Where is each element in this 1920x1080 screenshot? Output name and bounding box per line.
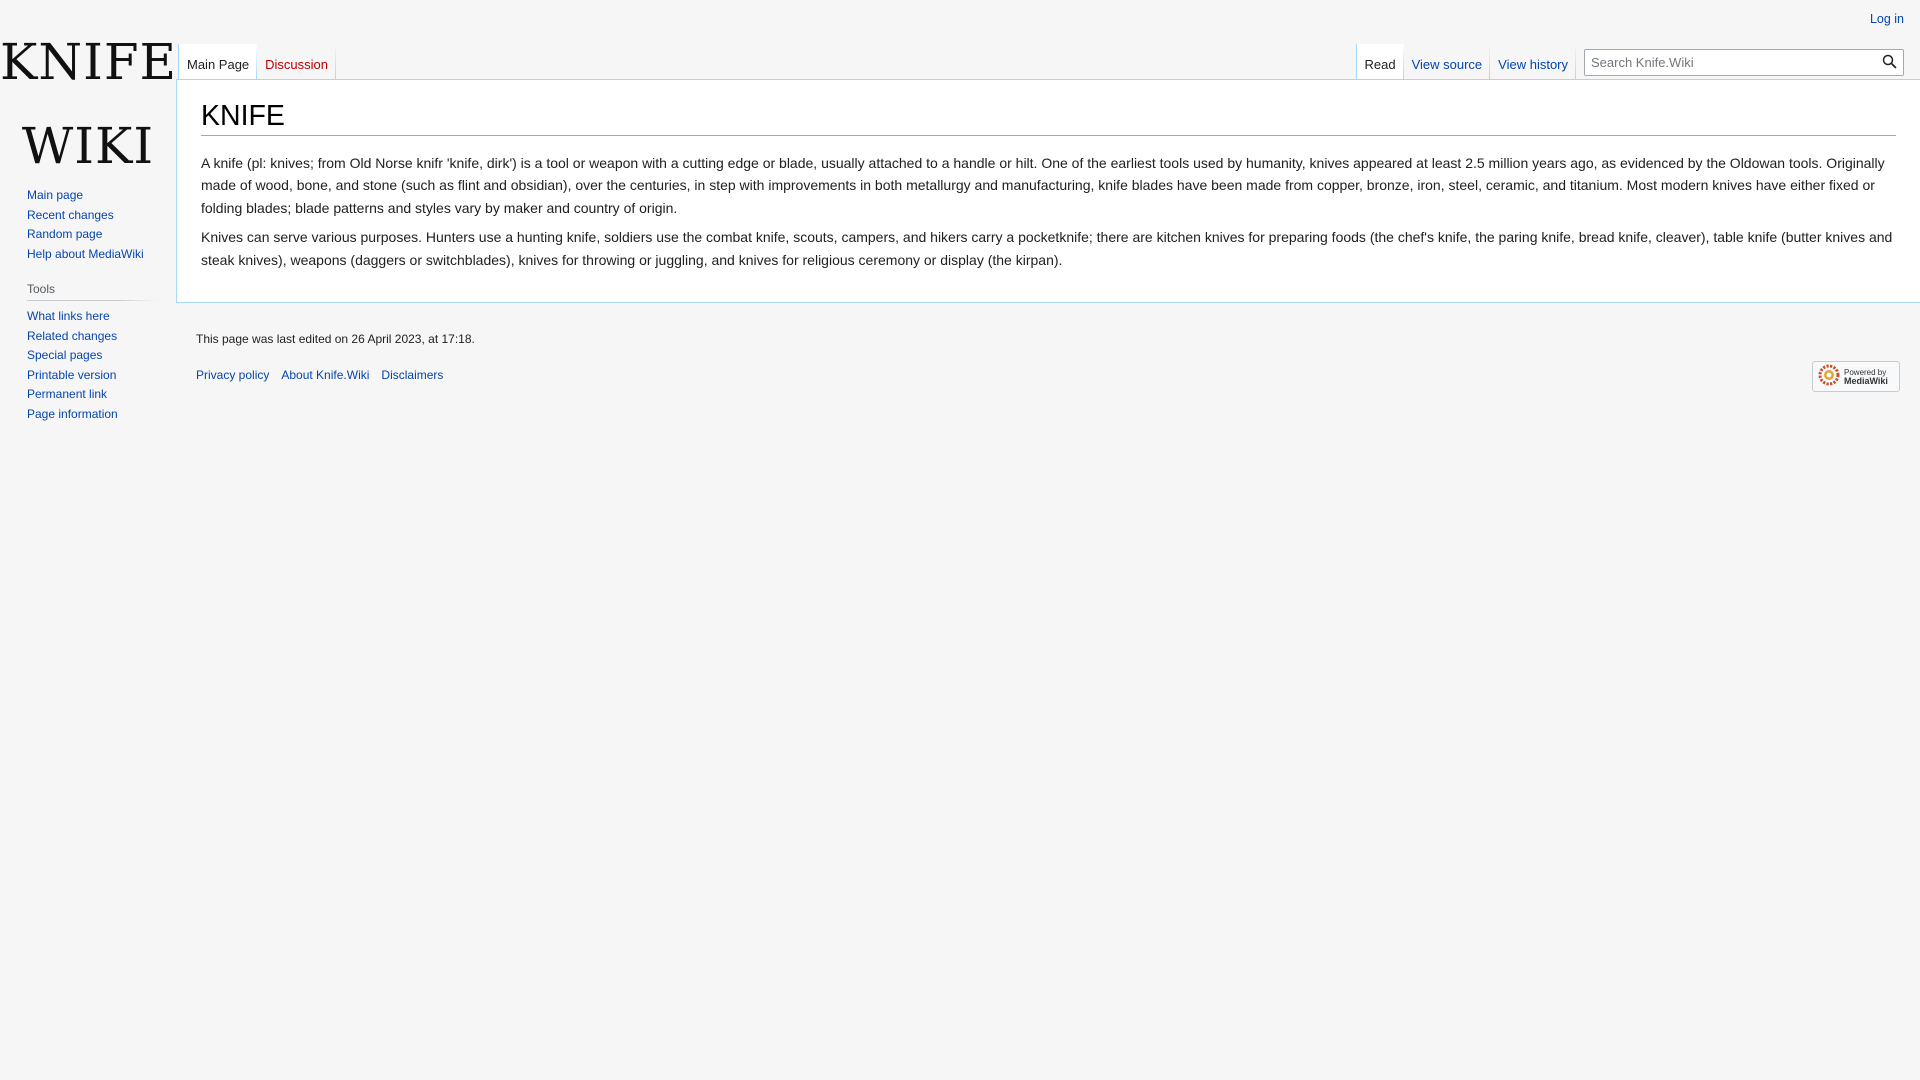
sidebar-link[interactable]: Permanent link <box>27 387 107 401</box>
tab-discussion[interactable]: Discussion <box>257 44 337 80</box>
paragraph: A knife (pl: knives; from Old Norse knif… <box>201 155 1885 216</box>
navigation-portal: Main page Recent changes Random page Hel… <box>27 186 157 264</box>
sidebar-item-printable-version: Printable version <box>27 366 157 386</box>
login-link[interactable]: Log in <box>1870 12 1904 26</box>
tab-label[interactable]: Discussion <box>265 57 328 72</box>
view-tabs: Read View source View history <box>1355 44 1576 80</box>
search-icon <box>1882 54 1897 72</box>
powered-by-mediawiki-badge[interactable]: Powered by MediaWiki <box>1812 361 1900 392</box>
mediawiki-logo-icon <box>1818 364 1840 389</box>
search-box <box>1584 49 1904 76</box>
powered-by-text: Powered by MediaWiki <box>1844 368 1888 386</box>
sidebar-item-special-pages: Special pages <box>27 346 157 366</box>
sidebar: Main page Recent changes Random page Hel… <box>27 186 157 442</box>
about-link[interactable]: About Knife.Wiki <box>281 368 369 382</box>
sidebar-item-help: Help about MediaWiki <box>27 245 157 265</box>
site-logo[interactable]: KNIFE WIKI <box>0 20 176 188</box>
tab-label: Read <box>1364 57 1396 72</box>
logo-line-1: KNIFE <box>0 33 178 91</box>
page-title: KNIFE <box>201 98 1896 137</box>
footer-links: Privacy policy About Knife.Wiki Disclaim… <box>196 368 1900 382</box>
sidebar-link[interactable]: Recent changes <box>27 208 114 222</box>
personal-tools: Log in <box>1870 12 1904 26</box>
sidebar-item-page-information: Page information <box>27 405 157 425</box>
tab-main-page[interactable]: Main Page <box>179 44 258 80</box>
sidebar-item-what-links-here: What links here <box>27 307 157 327</box>
disclaimers-link[interactable]: Disclaimers <box>381 368 443 382</box>
search-button[interactable] <box>1875 50 1903 75</box>
sidebar-link[interactable]: Printable version <box>27 368 116 382</box>
tools-portal: Tools What links here Related changes Sp… <box>27 282 157 424</box>
sidebar-link[interactable]: Random page <box>27 227 102 241</box>
tab-label[interactable]: View source <box>1412 57 1483 72</box>
sidebar-item-related-changes: Related changes <box>27 327 157 347</box>
sidebar-link[interactable]: Related changes <box>27 329 117 343</box>
sidebar-link[interactable]: What links here <box>27 309 110 323</box>
last-modified: This page was last edited on 26 April 20… <box>196 332 475 346</box>
powered-by-line-2: MediaWiki <box>1844 375 1888 386</box>
sidebar-link[interactable]: Help about MediaWiki <box>27 247 144 261</box>
footer: This page was last edited on 26 April 20… <box>196 332 1900 392</box>
tab-label: Main Page <box>187 57 250 72</box>
tab-view-source[interactable]: View source <box>1403 44 1491 80</box>
body-content: A knife (pl: knives; from Old Norse knif… <box>201 152 1896 271</box>
logo-line-2: WIKI <box>21 117 155 175</box>
sidebar-item-recent-changes: Recent changes <box>27 206 157 226</box>
search-input[interactable] <box>1585 55 1875 70</box>
tools-heading: Tools <box>27 282 157 301</box>
tab-label[interactable]: View history <box>1498 57 1568 72</box>
namespace-tabs: Main Page Discussion <box>178 44 337 80</box>
tab-read[interactable]: Read <box>1356 44 1404 80</box>
sidebar-link[interactable]: Main page <box>27 188 83 202</box>
main-content: KNIFE A knife (pl: knives; from Old Nors… <box>176 79 1920 304</box>
sidebar-item-permanent-link: Permanent link <box>27 385 157 405</box>
paragraph: Knives can serve various purposes. Hunte… <box>201 229 1893 268</box>
privacy-policy-link[interactable]: Privacy policy <box>196 368 269 382</box>
sidebar-link[interactable]: Special pages <box>27 348 102 362</box>
sidebar-item-random-page: Random page <box>27 225 157 245</box>
tab-view-history[interactable]: View history <box>1490 44 1576 80</box>
sidebar-link[interactable]: Page information <box>27 407 118 421</box>
sidebar-item-main-page: Main page <box>27 186 157 206</box>
